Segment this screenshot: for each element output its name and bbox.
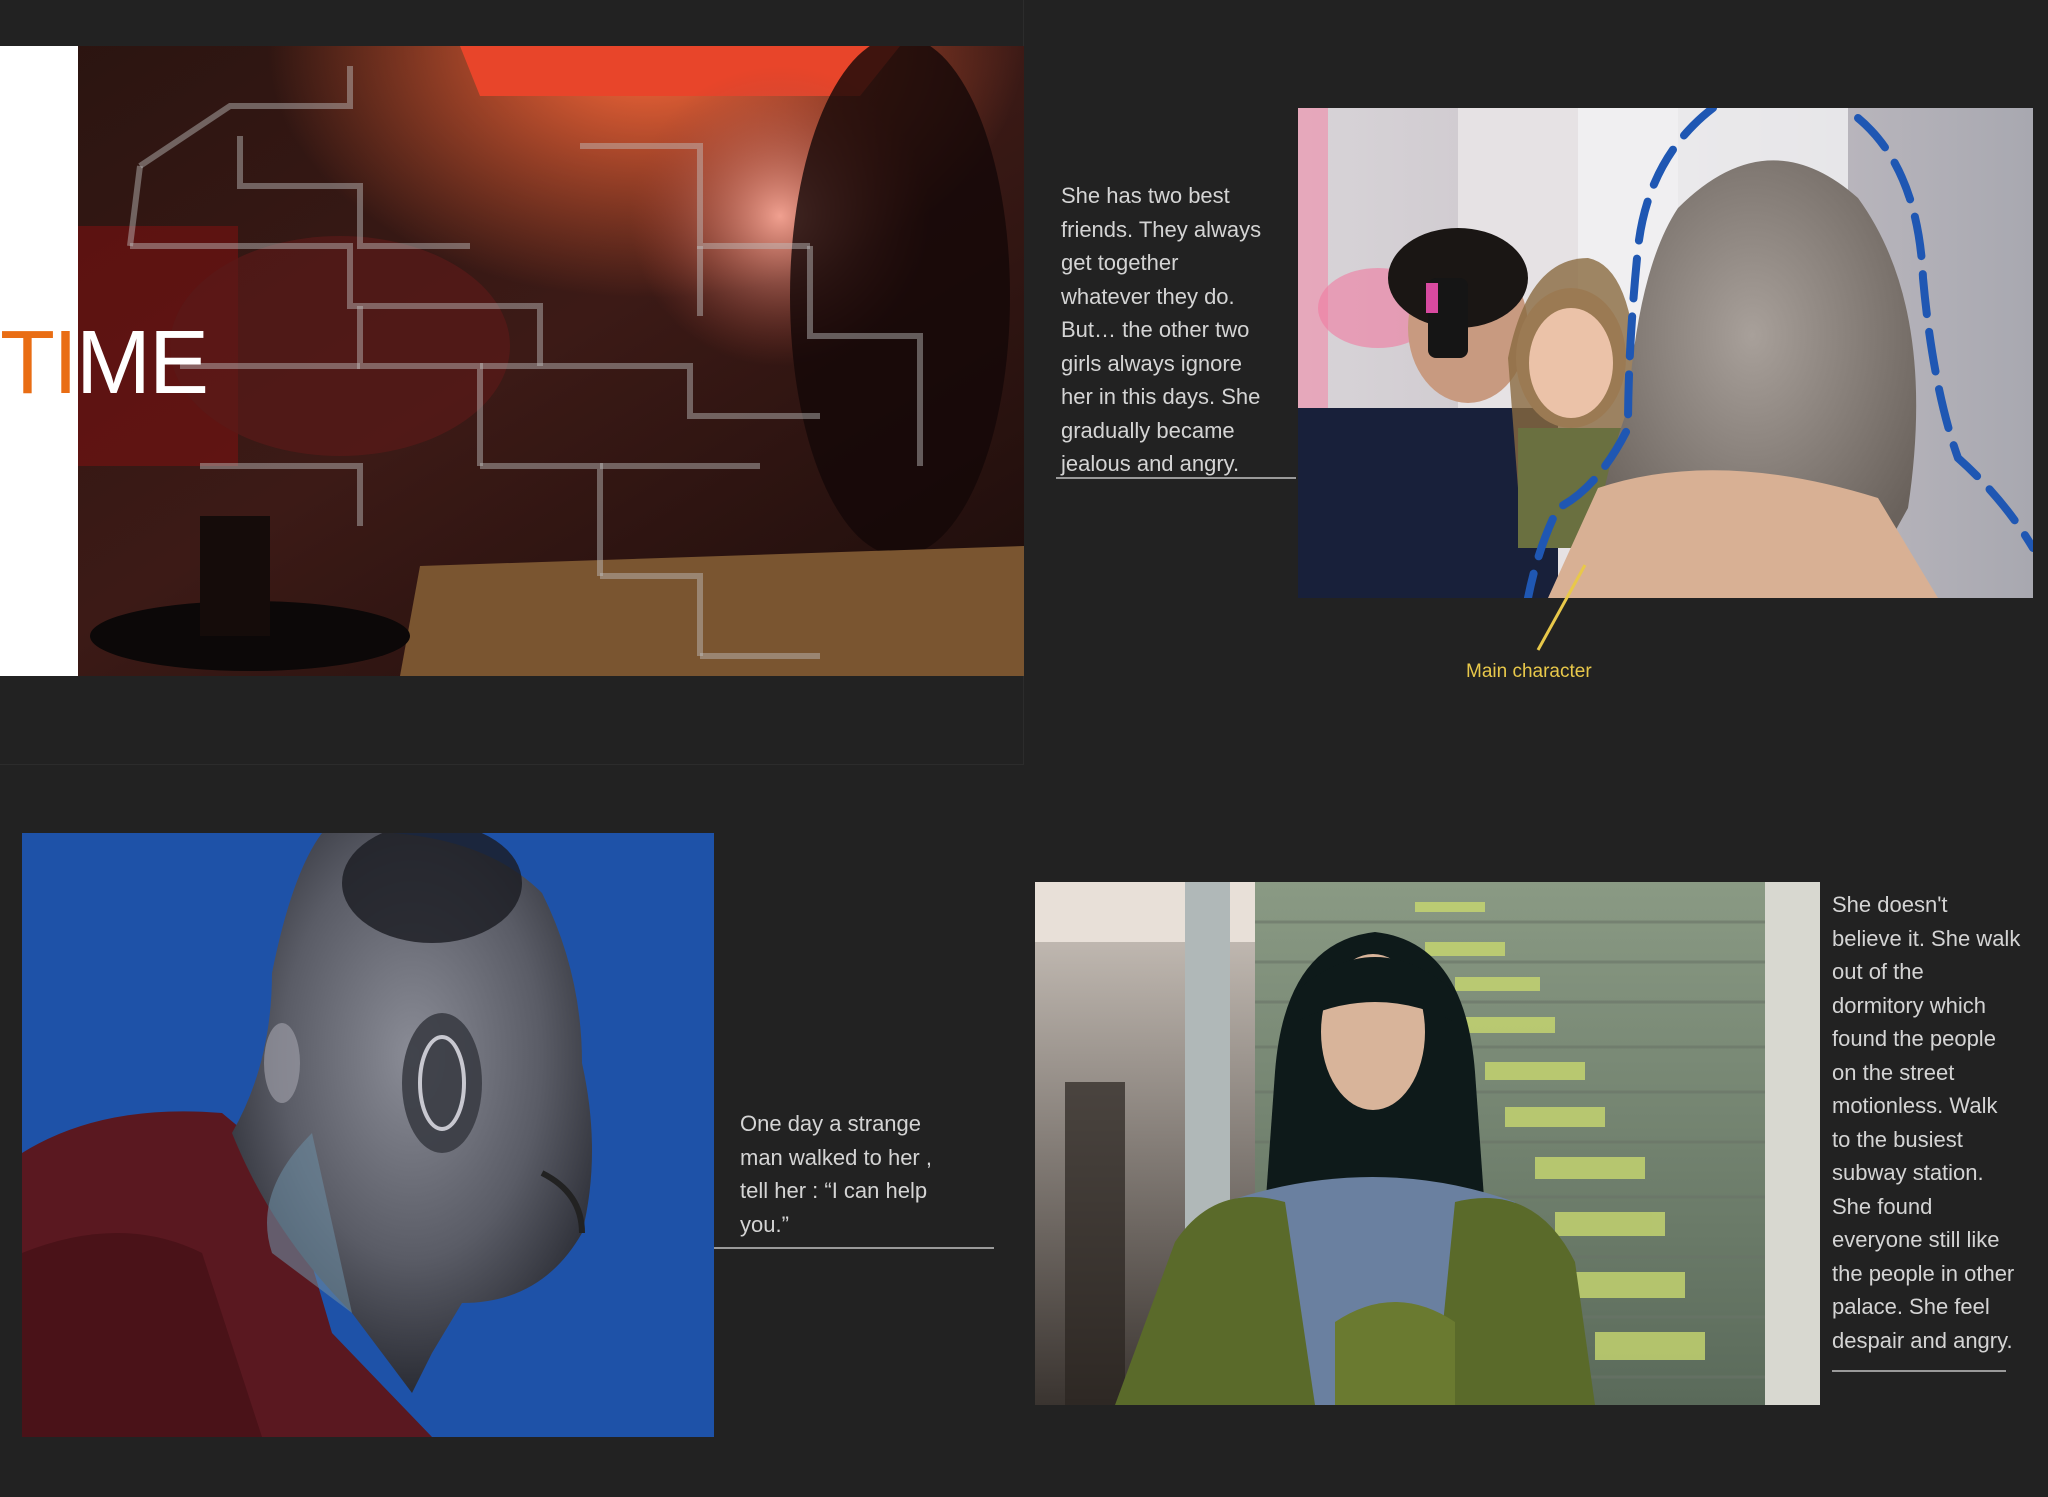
pointer-line-icon (1536, 564, 1587, 651)
subway-photo (1035, 882, 1820, 1405)
divider-friends (1056, 477, 1296, 479)
title-accent: TI (0, 313, 78, 413)
main-character-label: Main character (1466, 661, 1592, 682)
story-text-stranger: One day a strange man walked to her , te… (740, 1111, 932, 1237)
dashed-outline-icon (1524, 108, 2033, 598)
divider-stranger (714, 1247, 994, 1249)
title-rest: ME (75, 313, 209, 413)
time-title: TIME (0, 318, 209, 408)
selfie-photo (1298, 108, 2033, 598)
strange-man-photo (22, 833, 714, 1437)
story-text-subway: She doesn't believe it. She walk out of … (1832, 892, 2021, 1353)
divider-subway (1832, 1370, 2006, 1372)
storyboard: TIME She has two best friends. They alwa… (0, 0, 2048, 1497)
story-text-friends: She has two best friends. They always ge… (1061, 183, 1262, 476)
